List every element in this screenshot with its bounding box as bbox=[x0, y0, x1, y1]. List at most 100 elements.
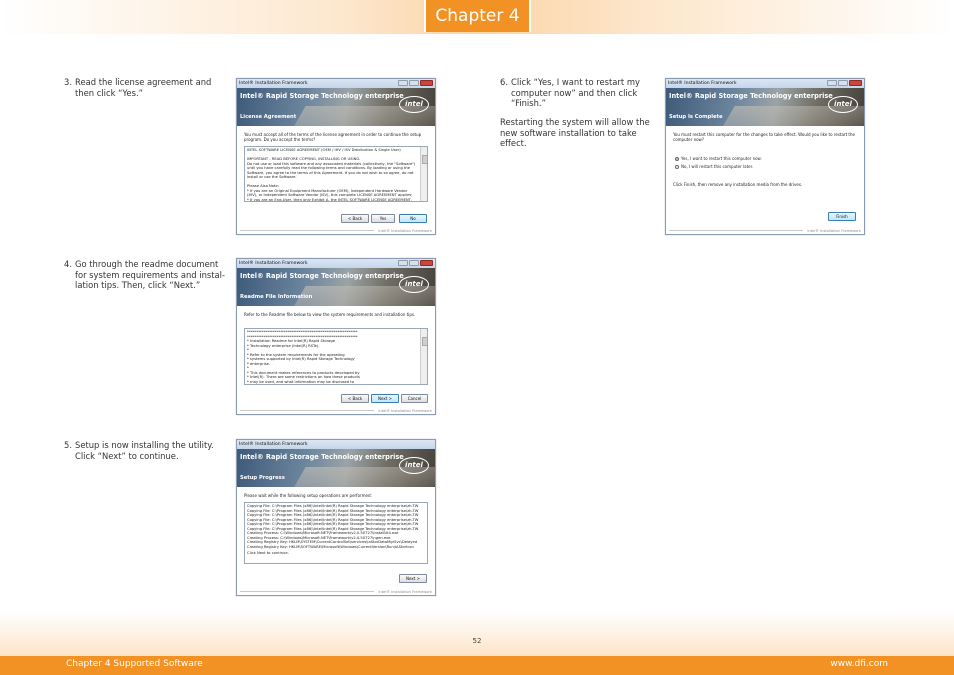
cancel-button[interactable]: Cancel bbox=[401, 394, 428, 403]
page-number: 52 bbox=[472, 637, 482, 645]
minimize-icon[interactable] bbox=[398, 260, 408, 266]
window-body: You must accept all of the terms of the … bbox=[237, 126, 435, 234]
license-textbox[interactable]: INTEL SOFTWARE LICENSE AGREEMENT (OEM / … bbox=[244, 146, 428, 202]
intel-logo-icon: intel bbox=[828, 96, 858, 113]
back-button[interactable]: < Back bbox=[341, 214, 369, 223]
note-line: Restarting the system will allow the bbox=[500, 117, 650, 127]
intro-text: You must restart this computer for the c… bbox=[673, 132, 855, 142]
minimize-icon[interactable] bbox=[827, 80, 837, 86]
intro-text: Please wait while the following setup op… bbox=[244, 493, 372, 498]
step-text-line: Read the license agreement and bbox=[75, 77, 212, 87]
license-window: Intel® Installation Framework Intel® Rap… bbox=[236, 78, 436, 235]
note-line: effect. bbox=[500, 138, 527, 148]
text-line: * may be used, and what information may … bbox=[247, 379, 354, 384]
readme-window: Intel® Installation Framework Intel® Rap… bbox=[236, 258, 436, 415]
section-title: Setup Is Complete bbox=[669, 114, 723, 120]
window-titlebar: Intel® Installation Framework bbox=[666, 79, 864, 88]
footer-website-link[interactable]: www.dfi.com bbox=[830, 656, 888, 672]
step-text-line: then click “Yes.” bbox=[75, 87, 143, 98]
maximize-icon[interactable] bbox=[838, 80, 848, 86]
close-icon[interactable] bbox=[849, 80, 862, 86]
product-name: Intel® Rapid Storage Technology enterpri… bbox=[240, 92, 404, 100]
section-title: Setup Progress bbox=[240, 475, 285, 481]
restart-now-radio[interactable]: Yes, I want to restart this computer now… bbox=[675, 156, 762, 161]
progress-log[interactable]: Copying File: C:\Program Files (x86)\Int… bbox=[244, 502, 428, 564]
text-line: * If you are an End-User, then only Exhi… bbox=[247, 197, 413, 202]
close-icon[interactable] bbox=[420, 80, 433, 86]
product-banner: Intel® Rapid Storage Technology enterpri… bbox=[237, 268, 435, 306]
window-title: Intel® Installation Framework bbox=[239, 81, 308, 86]
footer-divider bbox=[240, 230, 374, 231]
window-body: Please wait while the following setup op… bbox=[237, 487, 435, 595]
text-line: (IHV), or Independent Software Vendor (I… bbox=[247, 193, 413, 197]
step-number: 3. bbox=[64, 77, 72, 87]
window-titlebar: Intel® Installation Framework bbox=[237, 259, 435, 268]
footer-divider bbox=[240, 410, 374, 411]
product-banner: Intel® Rapid Storage Technology enterpri… bbox=[237, 449, 435, 487]
readme-textbox[interactable]: ****************************************… bbox=[244, 328, 428, 385]
section-title: Readme File Information bbox=[240, 294, 313, 300]
window-footer: Intel® Installation Framework bbox=[378, 590, 432, 594]
intro-text: You must accept all of the terms of the … bbox=[244, 132, 422, 142]
log-line: Copying File: C:\Program Files (x86)\Int… bbox=[247, 504, 419, 508]
intel-logo-icon: intel bbox=[399, 457, 429, 474]
scrollbar[interactable] bbox=[420, 147, 427, 201]
window-title: Intel® Installation Framework bbox=[668, 81, 737, 86]
note-line: new software installation to take bbox=[500, 127, 637, 138]
step-text-line: lation tips. Then, click “Next.” bbox=[75, 280, 201, 290]
product-banner: Intel® Rapid Storage Technology enterpri… bbox=[237, 88, 435, 126]
next-button[interactable]: Next > bbox=[371, 394, 399, 403]
progress-window: Intel® Installation Framework Intel® Rap… bbox=[236, 439, 436, 596]
log-line: Click Next to continue. bbox=[247, 551, 289, 555]
window-titlebar: Intel® Installation Framework bbox=[237, 440, 435, 449]
radio-selected-icon bbox=[675, 157, 679, 161]
step-text-line: Setup is now installing the utility. bbox=[75, 440, 214, 450]
restart-later-radio[interactable]: No, I will restart this computer later. bbox=[675, 164, 753, 169]
radio-label: No, I will restart this computer later. bbox=[681, 164, 754, 169]
footer-divider bbox=[240, 591, 374, 592]
radio-label: Yes, I want to restart this computer now… bbox=[681, 156, 762, 161]
restart-note: Restarting the system will allow the new… bbox=[500, 117, 660, 149]
step-text-line: Click “Next” to continue. bbox=[75, 450, 179, 461]
close-icon[interactable] bbox=[420, 260, 433, 266]
maximize-icon[interactable] bbox=[409, 260, 419, 266]
no-button[interactable]: No bbox=[399, 214, 427, 223]
product-name: Intel® Rapid Storage Technology enterpri… bbox=[669, 92, 833, 100]
window-body: You must restart this computer for the c… bbox=[666, 126, 864, 234]
text-line: until you have carefully read the follow… bbox=[247, 166, 411, 170]
log-line: Creating Registry Key: HKLM\SOFTWARE\Mic… bbox=[247, 544, 414, 549]
complete-window: Intel® Installation Framework Intel® Rap… bbox=[665, 78, 865, 235]
footer-divider bbox=[669, 230, 803, 231]
window-title: Intel® Installation Framework bbox=[239, 442, 308, 447]
radio-empty-icon bbox=[675, 165, 679, 169]
window-footer: Intel® Installation Framework bbox=[807, 229, 861, 233]
back-button[interactable]: < Back bbox=[341, 394, 369, 403]
product-name: Intel® Rapid Storage Technology enterpri… bbox=[240, 453, 404, 461]
window-titlebar: Intel® Installation Framework bbox=[237, 79, 435, 88]
finish-button[interactable]: Finish bbox=[828, 212, 856, 221]
product-name: Intel® Rapid Storage Technology enterpri… bbox=[240, 272, 404, 280]
next-button[interactable]: Next > bbox=[399, 574, 427, 583]
yes-button[interactable]: Yes bbox=[371, 214, 395, 223]
intro-text: Refer to the Readme file below to view t… bbox=[244, 312, 416, 317]
window-title: Intel® Installation Framework bbox=[239, 261, 308, 266]
window-footer: Intel® Installation Framework bbox=[378, 409, 432, 413]
step-number: 4. bbox=[64, 259, 72, 269]
finish-note: Click Finish, then remove any installati… bbox=[673, 182, 803, 187]
log-line: Creating Process: C:\Windows\Microsoft.N… bbox=[247, 531, 399, 535]
step-number: 6. bbox=[500, 77, 508, 87]
window-footer: Intel® Installation Framework bbox=[378, 229, 432, 233]
step-text-line: for system requirements and instal- bbox=[75, 269, 226, 280]
text-line: INTEL SOFTWARE LICENSE AGREEMENT (OEM / … bbox=[247, 148, 401, 152]
section-title: License Agreement bbox=[240, 114, 297, 120]
footer-bar: Chapter 4 Supported Software www.dfi.com bbox=[0, 656, 954, 675]
minimize-icon[interactable] bbox=[398, 80, 408, 86]
step-text-line: “Finish.” bbox=[511, 98, 546, 108]
scrollbar[interactable] bbox=[420, 329, 427, 384]
maximize-icon[interactable] bbox=[409, 80, 419, 86]
chapter-tab: Chapter 4 bbox=[424, 0, 531, 32]
step-text-line: Go through the readme document bbox=[75, 259, 219, 269]
intel-logo-icon: intel bbox=[399, 276, 429, 293]
intel-logo-icon: intel bbox=[399, 96, 429, 113]
step-number: 5. bbox=[64, 440, 72, 450]
